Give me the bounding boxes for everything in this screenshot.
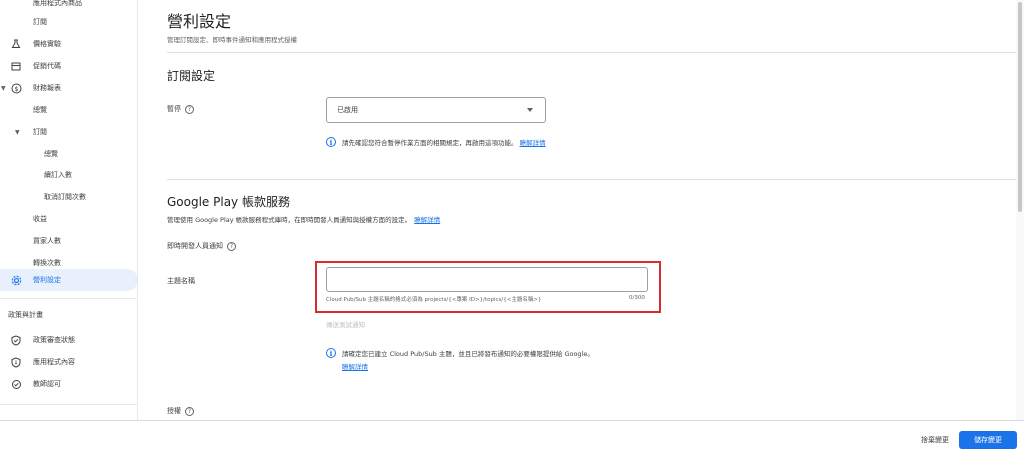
sidebar-item-sub-overview[interactable]: 總覽 [0,143,137,165]
info-icon: i [326,137,336,147]
license-label: 授權 ? [167,406,194,416]
sidebar: 應用程式內商品 訂閱 價格實驗 促銷代碼 ▼ $ 財務報表 總覽 ▼ 訂閱 總覽… [0,0,138,420]
chevron-down-icon: ▼ [1,84,6,92]
sidebar-item-cancellations[interactable]: 取消訂閱次數 [0,186,137,208]
sidebar-item-overview[interactable]: 總覽 [0,99,137,121]
info-icon: i [326,348,336,358]
help-icon[interactable]: ? [185,406,194,416]
sidebar-item-label: 財務報表 [33,84,61,92]
divider [167,52,1016,53]
send-test-notification-button[interactable]: 傳送測試通知 [326,319,365,329]
pause-select-value: 已啟用 [337,106,358,114]
sidebar-item-monetization-setup[interactable]: 營利設定 [0,269,137,291]
scrollbar[interactable] [1016,0,1024,420]
sidebar-item-subscriptions-report[interactable]: ▼ 訂閱 [0,121,137,143]
page-subtitle: 管理訂閱設定、即時事件通知和應用程式授權 [167,36,297,44]
divider [167,179,1016,180]
main-content: 營利設定 管理訂閱設定、即時事件通知和應用程式授權 訂閱設定 暫停 ? 已啟用 … [139,0,1016,420]
pause-label: 暫停 ? [167,104,194,114]
sidebar-divider [0,298,137,299]
sidebar-item-label: 買家人數 [33,237,61,245]
sidebar-item-label: 收益 [33,215,47,223]
topic-name-input[interactable] [326,267,648,292]
sidebar-item-label: 總覽 [44,150,58,158]
topic-name-label: 主題名稱 [167,277,195,285]
pause-select[interactable]: 已啟用 [326,97,546,123]
sidebar-item-label: 轉換次數 [33,259,61,267]
sidebar-item-label: 取消訂閱次數 [44,193,86,201]
dollar-circle-icon: $ [10,82,22,94]
pause-info-text: 請先確認您符合暫停作業方面的相關規定，再啟用這項功能。 [342,139,518,147]
gp-billing-description: 管理使用 Google Play 帳款服務程式庫時，在即時開發人員通知與授權方面… [167,214,440,224]
gear-icon [10,274,22,286]
help-icon[interactable]: ? [227,241,236,251]
sidebar-divider [0,404,137,405]
sidebar-item-label: 教師認可 [33,380,61,388]
learn-more-link[interactable]: 瞭解詳情 [414,214,440,224]
sidebar-item-teacher-approved[interactable]: 教師認可 [0,373,137,395]
sidebar-item-label: 應用程式內商品 [33,0,82,7]
sidebar-item-label: 政策審查狀態 [33,336,75,344]
save-changes-button[interactable]: 儲存變更 [959,431,1017,449]
sidebar-item-revenue[interactable]: 收益 [0,208,137,230]
sidebar-item-label: 總覽 [33,106,47,114]
rtdn-label-text: 即時開發人員通知 [167,242,223,250]
sidebar-item-buyers[interactable]: 買家人數 [0,230,137,252]
pubsub-info-text: 請確定您已建立 Cloud Pub/Sub 主題，並且已將發布通知的必要權限提供… [342,350,594,358]
learn-more-link[interactable]: 瞭解詳情 [520,139,546,147]
discard-changes-button[interactable]: 捨棄變更 [921,435,949,445]
gp-billing-description-text: 管理使用 Google Play 帳款服務程式庫時，在即時開發人員通知與授權方面… [167,216,412,224]
pause-info: i 請先確認您符合暫停作業方面的相關規定，再啟用這項功能。 瞭解詳情 [326,137,546,147]
sidebar-item-subscriptions[interactable]: 訂閱 [0,11,137,33]
footer-bar: 捨棄變更 儲存變更 [0,420,1024,457]
sidebar-item-label: 續訂入數 [44,171,72,179]
sidebar-item-label: 應用程式內容 [33,358,75,366]
topic-format-hint: Cloud Pub/Sub 主題名稱的格式必須為 projects/{<專案 I… [326,297,542,303]
badge-icon [10,378,22,390]
sidebar-item-promo-codes[interactable]: 促銷代碼 [0,55,137,77]
scrollbar-thumb[interactable] [1018,2,1022,212]
dropdown-caret-icon [527,108,533,112]
sidebar-item-policy-status[interactable]: 政策審查狀態 [0,329,137,351]
pubsub-info: i 請確定您已建立 Cloud Pub/Sub 主題，並且已將發布通知的必要權限… [326,348,594,371]
help-icon[interactable]: ? [185,104,194,114]
shield-info-icon [10,356,22,368]
sidebar-item-label: 訂閱 [33,18,47,26]
sidebar-item-renewals[interactable]: 續訂入數 [0,164,137,186]
sidebar-item-label: 價格實驗 [33,40,61,48]
learn-more-link[interactable]: 瞭解詳情 [342,361,594,371]
sidebar-section-policy: 政策與計畫 [8,311,43,319]
flask-icon [10,38,22,50]
sidebar-item-app-content[interactable]: 應用程式內容 [0,351,137,373]
sidebar-item-label: 促銷代碼 [33,62,61,70]
pause-label-text: 暫停 [167,105,181,113]
character-counter: 0/300 [629,295,645,301]
svg-text:$: $ [14,85,18,93]
shield-check-icon [10,334,22,346]
chevron-down-icon: ▼ [15,128,20,136]
gp-billing-title: Google Play 帳款服務 [167,195,290,209]
license-label-text: 授權 [167,407,181,415]
subscription-settings-title: 訂閱設定 [167,69,216,83]
sidebar-item-financial-reports[interactable]: ▼ $ 財務報表 [0,77,137,99]
sidebar-item-label: 訂閱 [33,128,47,136]
sidebar-item-label: 營利設定 [33,276,61,284]
sidebar-item-price-experiments[interactable]: 價格實驗 [0,33,137,55]
page-title: 營利設定 [167,12,232,31]
rtdn-label: 即時開發人員通知 ? [167,241,236,251]
storefront-icon [10,60,22,72]
